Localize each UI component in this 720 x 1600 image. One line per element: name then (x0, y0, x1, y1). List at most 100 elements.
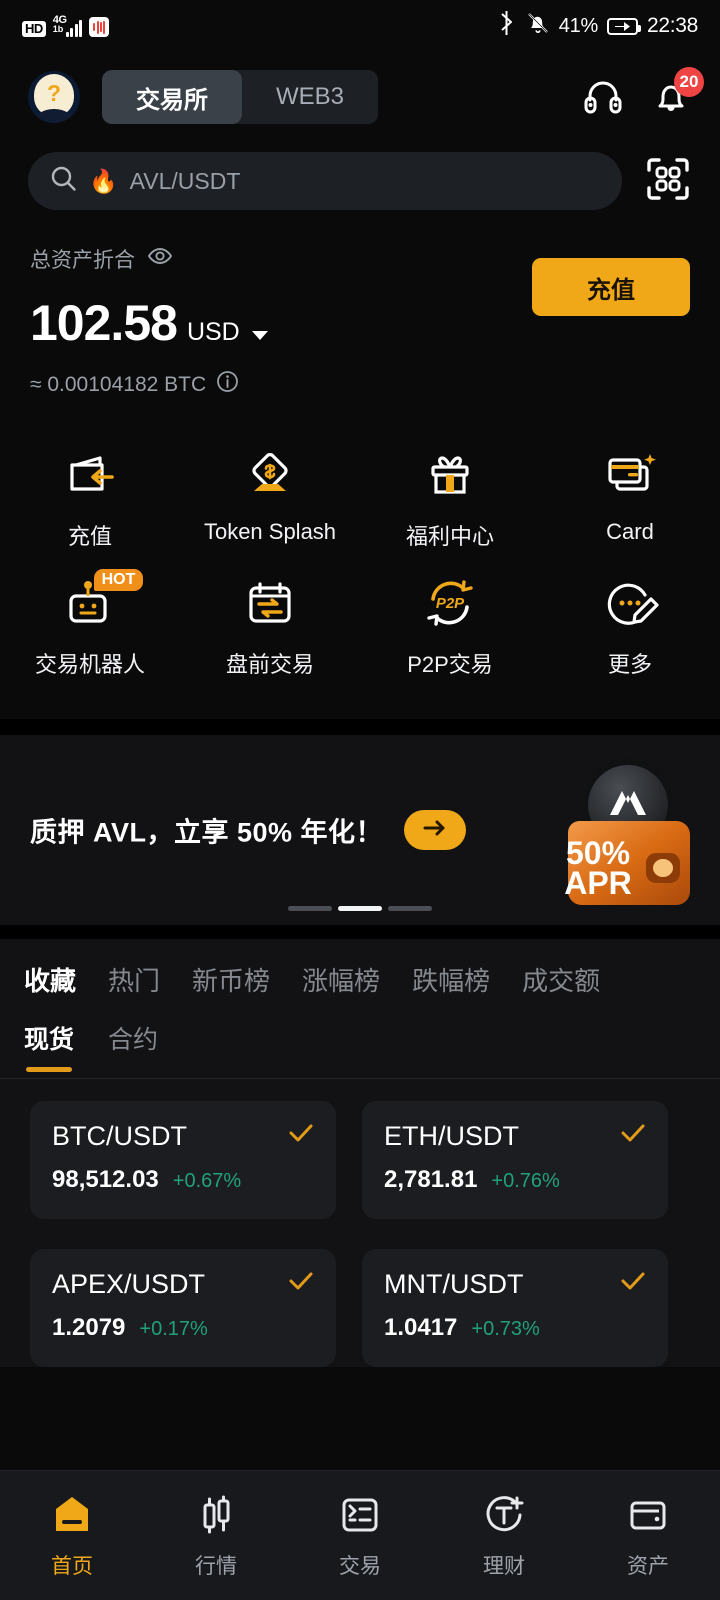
quick-action-deposit[interactable]: 充值 (0, 445, 180, 551)
tab-losers[interactable]: 跌幅榜 (396, 961, 506, 998)
pair-change: +0.67% (172, 1170, 242, 1192)
bluetooth-icon (497, 10, 517, 42)
nav-markets[interactable]: 行情 (144, 1491, 288, 1580)
calendar-swap-icon (240, 573, 300, 633)
pair-price: 2,781.81 (384, 1166, 478, 1193)
nav-trade[interactable]: 交易 (288, 1491, 432, 1580)
quick-actions: 充值 Token Splash 福利中心 Card HOT 交易机器人 盘前交易… (0, 399, 720, 679)
support-button[interactable] (582, 76, 624, 118)
market-pair-grid: BTC/USDT 98,512.03 +0.67% ETH/USDT 2,781… (0, 1079, 720, 1367)
pair-change: +0.73% (471, 1318, 540, 1340)
trade-list-icon (336, 1491, 384, 1539)
pair-symbol: APEX/USDT (52, 1269, 206, 1299)
hot-badge: HOT (93, 569, 144, 591)
notification-badge: 20 (674, 67, 704, 97)
tab-favorites[interactable]: 收藏 (24, 961, 92, 998)
mode-switch[interactable]: 交易所 WEB3 (102, 70, 379, 124)
tab-new-coins[interactable]: 新币榜 (176, 961, 286, 998)
balance-currency[interactable]: USD (187, 318, 240, 347)
nav-home[interactable]: 首页 (0, 1491, 144, 1580)
tab-hot[interactable]: 热门 (92, 961, 176, 998)
header-actions: 20 (582, 67, 704, 118)
qr-scan-icon (644, 157, 692, 207)
quick-action-rewards[interactable]: 福利中心 (360, 445, 540, 551)
chevron-down-icon[interactable] (251, 331, 268, 340)
promo-banner-text: 质押 AVL，立享 50% 年化！ (30, 817, 384, 848)
pair-symbol: BTC/USDT (52, 1121, 187, 1151)
check-icon[interactable] (288, 1123, 314, 1148)
candlestick-icon (192, 1491, 240, 1539)
qr-scan-button[interactable] (644, 155, 692, 208)
promo-banner[interactable]: 质押 AVL，立享 50% 年化！ 50% APR (0, 735, 720, 925)
carousel-dot[interactable] (288, 906, 332, 911)
section-divider (0, 719, 720, 735)
status-bar: HD 4G 1b 41% 22:38 (0, 0, 720, 52)
market-type-tabs: 现货 合约 (0, 998, 720, 1072)
quick-action-token-splash[interactable]: Token Splash (180, 445, 360, 551)
promo-art-subtitle: APR (564, 865, 632, 901)
quick-action-trading-bot[interactable]: HOT 交易机器人 (0, 569, 180, 679)
tab-web3[interactable]: WEB3 (242, 70, 378, 124)
balance-amount: 102.58 (30, 295, 178, 351)
status-bar-left: HD 4G 1b (22, 14, 110, 37)
quick-action-label: 交易机器人 (34, 652, 145, 677)
promo-banner-cta[interactable] (404, 810, 466, 850)
carousel-dot[interactable] (388, 906, 432, 911)
market-category-tabs: 收藏 热门 新币榜 涨幅榜 跌幅榜 成交额 (0, 961, 720, 998)
tab-spot[interactable]: 现货 (24, 1020, 74, 1072)
arrow-right-icon (421, 818, 449, 843)
tab-futures[interactable]: 合约 (108, 1020, 158, 1056)
notifications-button[interactable]: 20 (650, 67, 704, 118)
check-icon[interactable] (620, 1271, 646, 1296)
quick-action-card[interactable]: Card (540, 445, 720, 551)
balance-btc-row: ≈ 0.00104182 BTC (30, 370, 690, 399)
bottom-navigation: 首页 行情 交易 理财 资产 (0, 1470, 720, 1600)
quick-actions-row-1: 充值 Token Splash 福利中心 Card (0, 445, 720, 551)
pair-card-eth[interactable]: ETH/USDT 2,781.81 +0.76% (362, 1101, 668, 1219)
quick-action-label: 盘前交易 (225, 652, 314, 677)
pair-card-btc[interactable]: BTC/USDT 98,512.03 +0.67% (30, 1101, 336, 1219)
nav-label: 资产 (627, 1555, 669, 1578)
svg-text:P2P: P2P (436, 595, 465, 612)
avatar[interactable]: ? (28, 71, 80, 123)
bell-icon (650, 85, 692, 122)
nav-label: 交易 (339, 1555, 381, 1578)
promo-banner-artwork: 50% APR (550, 749, 710, 911)
status-bar-right: 41% 22:38 (497, 10, 698, 42)
quick-actions-row-2: HOT 交易机器人 盘前交易 P2P P2P交易 更多 (0, 569, 720, 679)
check-icon[interactable] (620, 1123, 646, 1148)
pair-symbol: ETH/USDT (384, 1121, 519, 1151)
quick-action-label: 更多 (607, 652, 652, 677)
search-icon (50, 165, 77, 197)
info-icon[interactable] (216, 370, 239, 399)
tab-gainers[interactable]: 涨幅榜 (286, 961, 396, 998)
carousel-dot-active[interactable] (338, 906, 382, 911)
tab-exchange[interactable]: 交易所 (102, 70, 242, 124)
gift-box-icon (420, 445, 480, 505)
check-icon[interactable] (288, 1271, 314, 1296)
nav-assets[interactable]: 资产 (576, 1491, 720, 1580)
quick-action-p2p[interactable]: P2P P2P交易 (360, 573, 540, 679)
pair-card-mnt[interactable]: MNT/USDT 1.0417 +0.73% (362, 1249, 668, 1367)
balance-section: 总资产折合 102.58 USD ≈ 0.00104182 BTC 充值 (0, 210, 720, 399)
eye-icon[interactable] (147, 246, 173, 272)
pair-price: 1.2079 (52, 1314, 126, 1341)
search-placeholder: AVL/USDT (129, 167, 241, 194)
search-row: 🔥 AVL/USDT (0, 142, 720, 210)
search-input[interactable]: 🔥 AVL/USDT (28, 152, 622, 210)
nav-earn[interactable]: 理财 (432, 1491, 576, 1580)
quick-action-label: P2P交易 (407, 652, 493, 677)
deposit-button[interactable]: 充值 (532, 258, 690, 316)
pair-card-apex[interactable]: APEX/USDT 1.2079 +0.17% (30, 1249, 336, 1367)
quick-action-pre-market[interactable]: 盘前交易 (180, 573, 360, 679)
pair-change: +0.76% (491, 1170, 560, 1192)
assets-wallet-icon (624, 1491, 672, 1539)
tab-volume[interactable]: 成交额 (506, 961, 616, 998)
carousel-indicator[interactable] (288, 906, 432, 911)
quick-action-more[interactable]: 更多 (540, 573, 720, 679)
section-divider-2 (0, 925, 720, 939)
token-splash-icon (240, 445, 300, 505)
clock: 22:38 (646, 14, 698, 37)
more-edit-icon (600, 573, 660, 633)
battery-percent: 41% (558, 14, 598, 37)
